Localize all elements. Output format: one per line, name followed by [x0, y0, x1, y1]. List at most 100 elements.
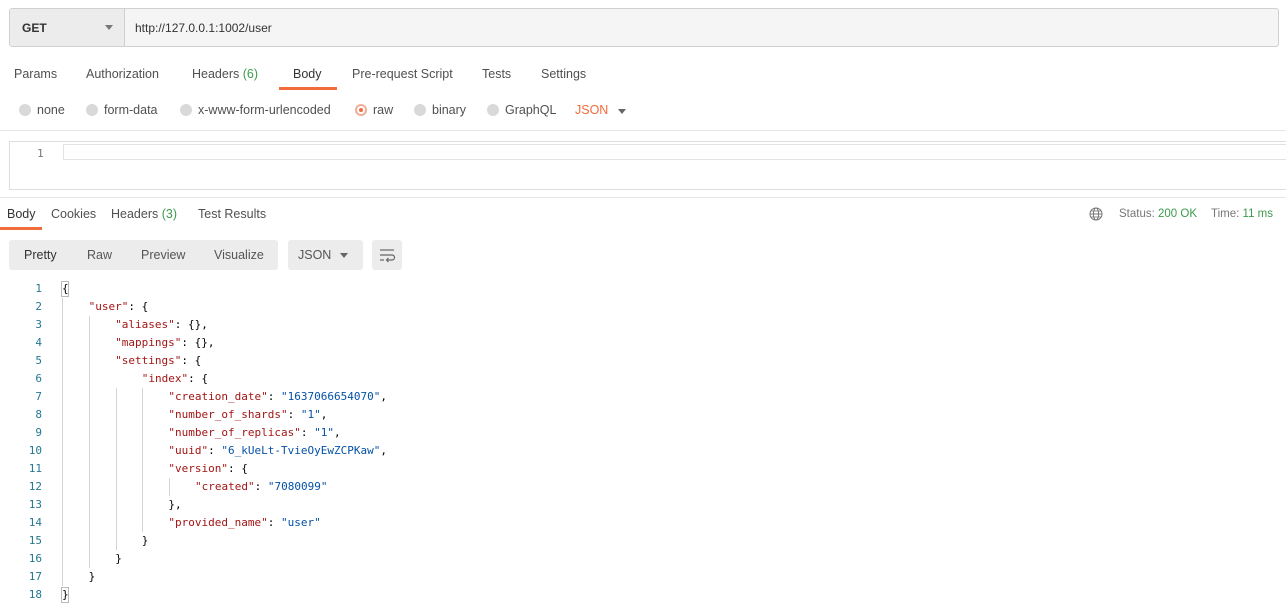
request-url-bar: GET http://127.0.0.1:1002/user [9, 8, 1279, 47]
radio-label-graphql[interactable]: GraphQL [505, 103, 556, 117]
json-punctuation: } [115, 552, 122, 565]
radio-x-www-form-urlencoded[interactable] [180, 104, 192, 116]
view-preview-button[interactable]: Preview [141, 248, 185, 262]
request-body-editor[interactable]: 1 [9, 141, 1286, 190]
line-number: 1 [37, 147, 44, 160]
tab-cookies[interactable]: Cookies [51, 207, 96, 221]
json-separator: : [300, 426, 315, 439]
tab-label: Test Results [198, 207, 267, 221]
body-format-select[interactable]: JSON [575, 103, 608, 117]
tab-settings[interactable]: Settings [541, 67, 586, 81]
body-type-options: none form-data x-www-form-urlencoded raw… [0, 100, 1286, 122]
code-line: 3 "aliases": {}, [0, 316, 1286, 334]
code-text: "user": { [89, 300, 149, 313]
json-punctuation: } [88, 570, 96, 583]
code-line: 13}, [0, 496, 1286, 514]
code-text: "aliases": {}, [115, 318, 208, 331]
tab-params[interactable]: Params [14, 67, 57, 81]
code-line: 1{ [0, 280, 1286, 298]
code-line: 4 "mappings": {}, [0, 334, 1286, 352]
code-text: } [89, 570, 96, 583]
radio-label-form-data[interactable]: form-data [104, 103, 158, 117]
tab-authorization[interactable]: Authorization [86, 67, 159, 81]
radio-raw[interactable] [355, 104, 367, 116]
view-raw-button[interactable]: Raw [87, 248, 112, 262]
json-string-value: "7080099" [267, 480, 328, 493]
response-tabs: Body Cookies Headers (3) Test Results St… [0, 200, 1286, 230]
line-number: 17 [28, 570, 42, 583]
json-key: "provided_name" [168, 516, 268, 529]
line-number: 9 [35, 426, 42, 439]
view-visualize-button[interactable]: Visualize [214, 248, 264, 262]
json-key: "mappings" [115, 336, 182, 349]
code-line: 11 "version": { [0, 460, 1286, 478]
code-text: }, [168, 498, 181, 511]
url-input[interactable]: http://127.0.0.1:1002/user [135, 21, 272, 35]
status-value: 200 OK [1158, 208, 1198, 220]
tab-headers[interactable]: Headers (6) [192, 67, 258, 81]
json-punctuation: : { [188, 372, 209, 385]
globe-icon[interactable] [1089, 207, 1103, 221]
editor-current-line[interactable] [63, 144, 1286, 160]
code-line: 7 "creation_date": "1637066654070", [0, 388, 1286, 406]
radio-label-urlencoded[interactable]: x-www-form-urlencoded [198, 103, 331, 117]
code-text: } [142, 534, 149, 547]
code-line: 16} [0, 550, 1286, 568]
json-string-value: "6_kUeLt-TvieOyEwZCPKaw" [221, 444, 381, 457]
json-string-value: "1" [300, 408, 321, 421]
code-line: 12 "created": "7080099" [0, 478, 1286, 496]
code-line: 17} [0, 568, 1286, 586]
json-punctuation: } [141, 534, 149, 547]
json-punctuation: }, [168, 498, 182, 511]
code-line: 9 "number_of_replicas": "1", [0, 424, 1286, 442]
radio-label-binary[interactable]: binary [432, 103, 466, 117]
tab-tests[interactable]: Tests [482, 67, 511, 81]
radio-none[interactable] [19, 104, 31, 116]
tab-pre-request-script[interactable]: Pre-request Script [352, 67, 453, 81]
method-select[interactable]: GET [10, 9, 125, 46]
line-number: 11 [28, 462, 42, 475]
line-number: 12 [28, 480, 42, 493]
radio-graphql[interactable] [487, 104, 499, 116]
code-line: 15} [0, 532, 1286, 550]
json-punctuation: } [62, 588, 69, 601]
line-number: 4 [35, 336, 42, 349]
code-text: "index": { [142, 372, 208, 385]
json-string-value: "user" [280, 516, 321, 529]
tab-test-results[interactable]: Test Results [198, 207, 266, 221]
code-text: } [115, 552, 122, 565]
radio-form-data[interactable] [86, 104, 98, 116]
json-separator: : [267, 516, 281, 529]
chevron-down-icon [105, 25, 113, 30]
active-tab-indicator [279, 87, 337, 90]
line-number: 6 [35, 372, 42, 385]
radio-label-raw[interactable]: raw [373, 103, 393, 117]
line-number: 13 [28, 498, 42, 511]
json-separator: : [287, 408, 301, 421]
response-body-viewer[interactable]: 1{2 "user": {3 "aliases": {}, 4 "mappings": … [0, 280, 1286, 610]
tab-response-body[interactable]: Body [7, 207, 36, 221]
code-text: "created": "7080099" [195, 480, 327, 493]
json-separator: : [254, 480, 268, 493]
json-string-value: "1" [314, 426, 334, 439]
code-line: 10 "uuid": "6_kUeLt-TvieOyEwZCPKaw", [0, 442, 1286, 460]
chevron-down-icon[interactable] [618, 109, 626, 114]
editor-gutter: 1 [10, 142, 62, 189]
wrap-lines-button[interactable] [372, 240, 402, 270]
status-label: Status: [1119, 208, 1155, 220]
tab-response-headers[interactable]: Headers (3) [111, 207, 177, 221]
tab-label: Body [7, 207, 36, 221]
response-format-select[interactable]: JSON [288, 240, 363, 270]
radio-label-none[interactable]: none [37, 103, 65, 117]
tab-body[interactable]: Body [293, 67, 322, 81]
tab-label: Pre-request Script [352, 67, 453, 81]
tab-count-badge: (3) [161, 207, 178, 221]
format-label: JSON [298, 248, 332, 262]
radio-binary[interactable] [414, 104, 426, 116]
view-pretty-button[interactable]: Pretty [24, 248, 57, 262]
line-number: 16 [28, 552, 42, 565]
tab-label: Settings [541, 67, 587, 81]
code-text: } [62, 588, 69, 601]
method-label: GET [22, 21, 47, 35]
json-key: "number_of_replicas" [168, 426, 301, 439]
